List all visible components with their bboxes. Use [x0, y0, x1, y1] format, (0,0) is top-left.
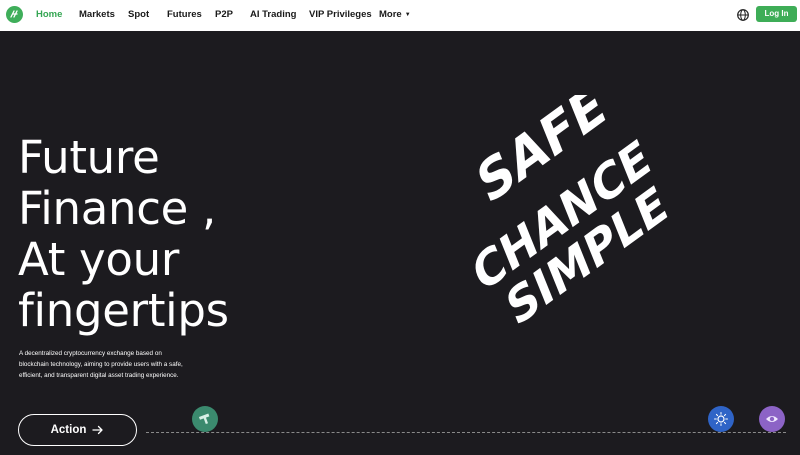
nav-item-vip-privileges[interactable]: VIP Privileges: [309, 0, 372, 31]
hero-title: Future Finance , At your fingertips: [18, 132, 298, 336]
dotted-divider: [146, 432, 786, 433]
nav-item-more[interactable]: More ▼: [379, 0, 411, 31]
nav-item-home[interactable]: Home: [36, 0, 62, 31]
hero-description: A decentralized cryptocurrency exchange …: [19, 350, 183, 379]
nav-item-futures[interactable]: Futures: [167, 0, 202, 31]
hero-title-line: Finance ,: [18, 182, 217, 235]
hero-title-line: At your: [18, 233, 180, 286]
blue-token-icon[interactable]: [708, 406, 734, 432]
nav-item-ai-trading[interactable]: AI Trading: [250, 0, 296, 31]
nav-item-p2p[interactable]: P2P: [215, 0, 233, 31]
purple-token-icon[interactable]: [759, 406, 785, 432]
nav-item-more-label: More: [379, 9, 402, 20]
nav-item-spot[interactable]: Spot: [128, 0, 149, 31]
action-button-label: Action: [50, 424, 87, 436]
top-navigation-bar: Home Markets Spot Futures P2P AI Trading…: [0, 0, 800, 31]
hero-title-line: fingertips: [18, 284, 229, 337]
arrow-right-icon: [92, 425, 104, 435]
nav-item-markets[interactable]: Markets: [79, 0, 115, 31]
caret-down-icon: ▼: [404, 12, 411, 18]
action-button[interactable]: Action: [18, 414, 137, 446]
hero-title-line: Future: [18, 131, 160, 184]
brand-slogan-graphic: SAFE CHANCE SIMPLE: [466, 95, 675, 338]
globe-icon[interactable]: [736, 8, 750, 22]
green-token-icon[interactable]: [192, 406, 218, 432]
login-button[interactable]: Log In: [756, 6, 797, 22]
exchange-logo-icon[interactable]: [6, 6, 23, 23]
